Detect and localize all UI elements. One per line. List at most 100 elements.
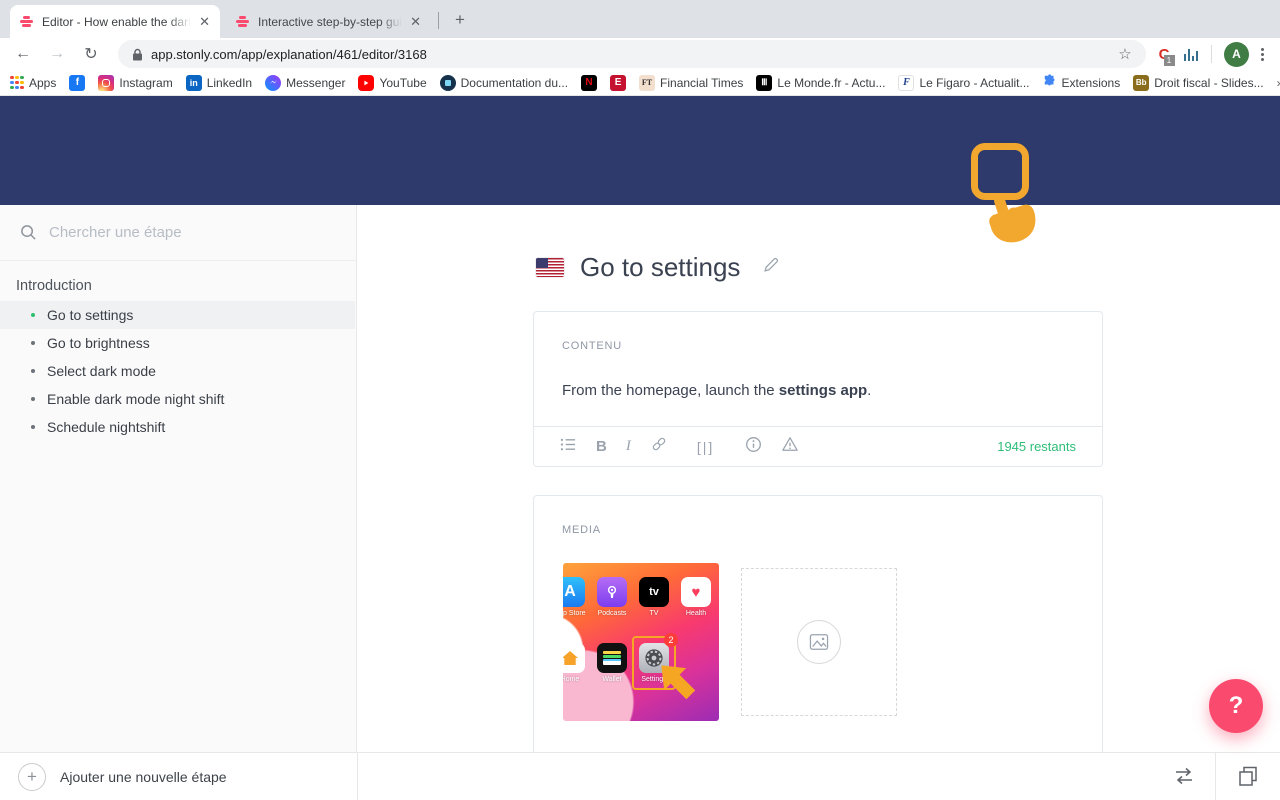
content-text-after: . xyxy=(867,382,872,399)
step-label: Enable dark mode night shift xyxy=(47,391,225,407)
e-icon: E xyxy=(610,74,627,91)
step-item-enable-dark-mode[interactable]: Enable dark mode night shift xyxy=(0,385,355,413)
wallet-icon xyxy=(597,643,627,673)
step-bullet xyxy=(31,369,35,373)
add-step-button[interactable]: + Ajouter une nouvelle étape xyxy=(18,763,227,791)
tab-close-icon[interactable]: ✕ xyxy=(410,14,421,30)
content-text[interactable]: From the homepage, launch the settings a… xyxy=(562,382,871,399)
linkedin-icon: in xyxy=(185,74,202,91)
media-card: MEDIA A App Store Podcasts tv xyxy=(533,495,1103,752)
extension-bars-icon[interactable] xyxy=(1183,47,1198,61)
bookmark-lemonde[interactable]: Ⅲ Le Monde.fr - Actu... xyxy=(756,74,885,91)
variable-icon[interactable]: [|] xyxy=(697,439,714,455)
browser-toolbar: ← → ↻ app.stonly.com/app/explanation/461… xyxy=(0,38,1280,70)
appstore-icon: A xyxy=(563,577,585,607)
step-label: Go to brightness xyxy=(47,335,150,351)
list-icon[interactable] xyxy=(560,437,577,457)
bookmark-youtube[interactable]: YouTube xyxy=(358,74,427,91)
content-text-bold: settings app xyxy=(778,382,868,399)
bookmark-apps[interactable]: Apps xyxy=(10,75,56,90)
info-icon[interactable] xyxy=(745,436,762,458)
sidebar: Introduction Go to settings Go to bright… xyxy=(0,205,357,752)
puzzle-icon xyxy=(1043,74,1057,91)
media-thumbnail[interactable]: A App Store Podcasts tv TV ♥ xyxy=(563,563,719,721)
browser-tab-inactive[interactable]: Interactive step-by-step guides ✕ xyxy=(226,5,431,38)
back-icon[interactable]: ← xyxy=(10,41,36,67)
plus-icon: + xyxy=(18,763,46,791)
duplicate-step-button[interactable] xyxy=(1238,766,1258,792)
footer-divider xyxy=(357,753,358,800)
extension-badge: 1 xyxy=(1163,54,1175,66)
step-search[interactable] xyxy=(0,205,356,261)
link-icon[interactable] xyxy=(650,435,668,458)
bb-icon: Bb xyxy=(1133,74,1150,91)
step-item-go-to-brightness[interactable]: Go to brightness xyxy=(0,329,355,357)
edit-title-button[interactable] xyxy=(762,256,780,279)
tab-divider xyxy=(438,12,439,29)
bookmark-extensions[interactable]: Extensions xyxy=(1043,74,1120,91)
bookmark-messenger[interactable]: Messenger xyxy=(265,74,345,91)
editor-main: Go to settings CONTENU From the homepage… xyxy=(358,205,1280,752)
content-card: CONTENU From the homepage, launch the se… xyxy=(533,311,1103,467)
arrow-annotation-icon xyxy=(651,655,703,712)
upload-circle xyxy=(797,620,841,664)
footer-divider xyxy=(1215,753,1216,800)
forward-icon[interactable]: → xyxy=(44,41,70,67)
health-icon: ♥ xyxy=(681,577,711,607)
profile-avatar[interactable]: A xyxy=(1224,41,1249,67)
help-label: ? xyxy=(1228,692,1244,719)
copy-icon xyxy=(1239,766,1257,786)
lock-icon xyxy=(133,48,142,60)
step-label: Select dark mode xyxy=(47,363,156,379)
chrome-menu-icon[interactable] xyxy=(1261,47,1264,61)
bookmark-star-icon[interactable]: ☆ xyxy=(1118,45,1131,63)
reload-icon[interactable]: ↻ xyxy=(78,41,104,67)
bookmark-droit-fiscal[interactable]: Bb Droit fiscal - Slides... xyxy=(1133,74,1264,91)
step-item-select-dark-mode[interactable]: Select dark mode xyxy=(0,357,355,385)
new-tab-button[interactable]: + xyxy=(448,8,472,32)
netflix-icon: N xyxy=(581,74,598,91)
bookmarks-bar: Apps f Instagram in LinkedIn Messenger Y… xyxy=(0,70,1280,96)
step-bullet xyxy=(31,397,35,401)
step-item-schedule-nightshift[interactable]: Schedule nightshift xyxy=(0,413,355,441)
reorder-steps-button[interactable] xyxy=(1172,766,1196,791)
italic-icon[interactable]: I xyxy=(626,438,631,455)
instagram-icon xyxy=(98,74,115,91)
step-title: Go to settings xyxy=(580,252,741,282)
step-header: Go to settings xyxy=(536,252,780,283)
content-text-before: From the homepage, launch the xyxy=(562,382,779,399)
bookmark-ft[interactable]: FT Financial Times xyxy=(639,74,743,91)
search-input[interactable] xyxy=(49,224,336,241)
bookmark-documentation[interactable]: Documentation du... xyxy=(439,74,568,91)
bookmark-lefigaro[interactable]: F Le Figaro - Actualit... xyxy=(898,74,1030,91)
ios-app-appstore: A App Store xyxy=(563,577,586,617)
add-step-label: Ajouter une nouvelle étape xyxy=(60,769,227,785)
address-bar[interactable]: app.stonly.com/app/explanation/461/edito… xyxy=(118,40,1146,68)
bookmark-linkedin[interactable]: in LinkedIn xyxy=(185,74,252,91)
extension-c-icon[interactable]: C1 xyxy=(1159,46,1175,66)
bookmark-facebook[interactable]: f xyxy=(69,74,86,91)
media-card-label: MEDIA xyxy=(562,524,601,536)
bookmark-instagram[interactable]: Instagram xyxy=(98,74,173,91)
tab-close-icon[interactable]: ✕ xyxy=(199,14,210,30)
step-item-go-to-settings[interactable]: Go to settings xyxy=(0,301,355,329)
notification-badge: 2 xyxy=(664,633,678,647)
ios-app-health: ♥ Health xyxy=(681,577,711,617)
bookmark-e[interactable]: E xyxy=(610,74,627,91)
step-bullet xyxy=(31,341,35,345)
browser-tab-active[interactable]: Editor - How enable the dark mo ✕ xyxy=(10,5,220,38)
bookmark-netflix[interactable]: N xyxy=(581,74,598,91)
bookmarks-overflow[interactable]: » xyxy=(1277,76,1280,90)
ios-app-wallet: Wallet xyxy=(597,643,627,683)
apps-grid-icon xyxy=(10,75,24,90)
us-flag-icon xyxy=(536,258,564,277)
youtube-icon xyxy=(358,74,375,91)
bold-icon[interactable]: B xyxy=(596,438,607,455)
messenger-icon xyxy=(265,74,282,91)
warning-icon[interactable] xyxy=(781,436,799,457)
screen: Editor - How enable the dark mo ✕ Intera… xyxy=(0,0,1280,800)
media-upload-slot[interactable] xyxy=(741,568,897,716)
url-text: app.stonly.com/app/explanation/461/edito… xyxy=(151,46,427,62)
help-button[interactable]: ? xyxy=(1209,679,1263,733)
pencil-icon xyxy=(764,257,779,272)
